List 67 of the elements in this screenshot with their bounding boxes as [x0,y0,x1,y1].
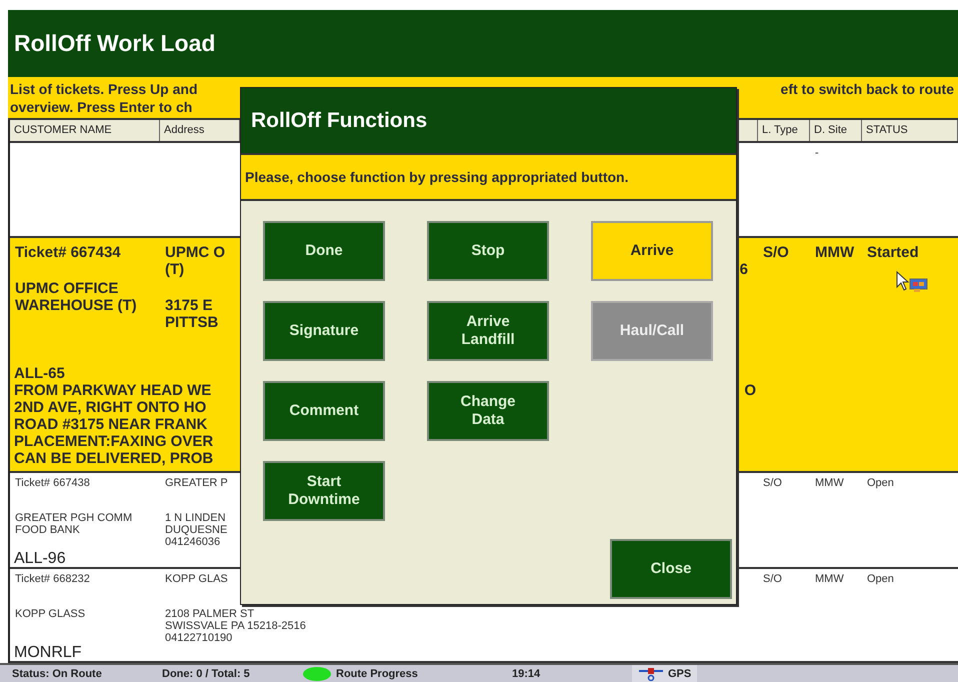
function-button[interactable]: Stop [427,221,549,281]
count-text: Done: 0 / Total: 5 [162,668,251,680]
function-button[interactable]: Arrive [591,221,713,281]
status-text: Open [867,477,894,489]
app-title: RollOff Work Load [14,30,216,57]
close-button[interactable]: Close [610,539,732,599]
gps-label: GPS [668,668,692,680]
address-text: 04122710190 [165,632,232,644]
note-text: CAN BE DELIVERED, PROB [14,450,214,467]
site-name: (T) [165,261,184,278]
site-name: KOPP GLAS [165,573,228,585]
site-name: GREATER P [165,477,228,489]
table-cell: 6 [740,261,748,278]
ticket-number: Ticket# 667434 [15,244,121,261]
address-text: DUQUESNE [165,524,228,536]
load-type: S/O [763,477,782,489]
column-header: L. Type [758,120,810,141]
cursor-icon [895,271,929,293]
function-button[interactable]: Signature [263,301,385,361]
note-text: ROAD #3175 NEAR FRANK [14,416,208,433]
address-text: SWISSVALE PA 15218-2516 [165,620,306,632]
address-text: PITTSB [165,314,218,331]
ticket-number: Ticket# 668232 [15,573,90,585]
address-text: 3175 E [165,297,213,314]
column-header: CUSTOMER NAME [10,120,160,141]
customer-name: UPMC OFFICE [15,280,118,297]
table-cell-text: O [744,382,757,399]
disposal-site: MMW [815,244,854,261]
note-text: MONRLF [14,645,82,661]
customer-name: WAREHOUSE (T) [15,297,137,314]
dialog-prompt: Please, choose function by pressing appropriated button. [245,169,628,185]
function-button[interactable]: Comment [263,381,385,441]
gps-icon [638,666,664,680]
status-text: Open [867,573,894,585]
column-header: STATUS [862,120,958,141]
status-text: Status: On Route [12,668,103,680]
ticket-number: Ticket# 667438 [15,477,90,489]
function-button[interactable]: Change Data [427,381,549,441]
instruction-text: eft to switch back to route [780,80,954,98]
progress-indicator-icon [302,666,332,680]
route-progress-label: Route Progress [336,668,418,680]
address-text: 041246036 [165,536,220,548]
customer-name: KOPP GLASS [15,608,86,620]
load-type: S/O [763,244,789,261]
disposal-site: - [815,147,819,159]
column-header: D. Site [810,120,862,141]
instruction-text: overview. Press Enter to ch [10,98,194,116]
note-text: FROM PARKWAY HEAD WE [14,382,212,399]
function-button[interactable]: Arrive Landfill [427,301,549,361]
disposal-site: MMW [815,573,844,585]
load-type: S/O [763,573,782,585]
customer-name: GREATER PGH COMM [15,512,132,524]
status-text: Started [867,244,919,261]
customer-name: FOOD BANK [15,524,80,536]
note-text: PLACEMENT:FAXING OVER [14,433,214,450]
function-button[interactable]: Done [263,221,385,281]
clock-time: 19:14 [512,668,542,680]
function-button[interactable]: Start Downtime [263,461,385,521]
note-text: ALL-65 [14,365,65,382]
note-text: 2ND AVE, RIGHT ONTO HO [14,399,206,416]
disposal-site: MMW [815,477,844,489]
note-text: ALL-96 [14,551,66,567]
address-text: 1 N LINDEN [165,512,226,524]
site-name: UPMC O [165,244,225,261]
address-text: 2108 PALMER ST [165,608,254,620]
dialog-title: RollOff Functions [251,108,428,132]
instruction-text: List of tickets. Press Up and [10,80,198,98]
